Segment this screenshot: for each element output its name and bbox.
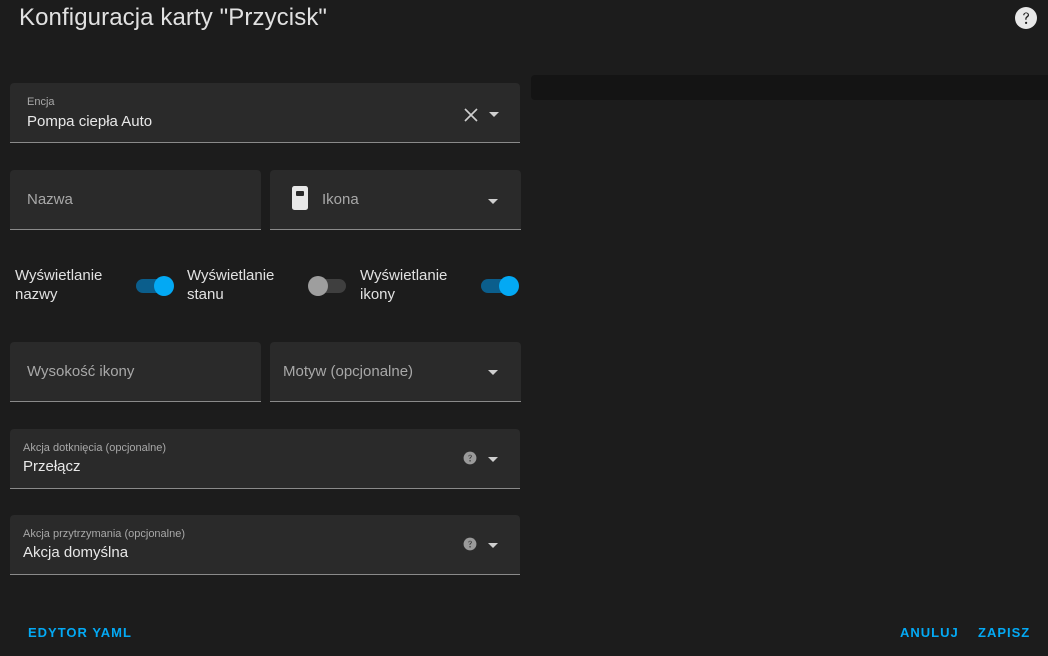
- toggle-label-show-state: Wyświetlanie stanu: [187, 267, 275, 303]
- clear-icon[interactable]: [464, 108, 478, 122]
- name-placeholder: Nazwa: [27, 191, 73, 208]
- switch-thumb: [154, 276, 174, 296]
- chevron-down-icon[interactable]: [489, 112, 499, 117]
- dialog-title: Konfiguracja karty "Przycisk": [19, 4, 328, 31]
- cancel-button[interactable]: ANULUJ: [900, 625, 959, 640]
- yaml-editor-button[interactable]: EDYTOR YAML: [28, 625, 132, 640]
- entity-picker[interactable]: Encja Pompa ciepła Auto: [10, 83, 520, 143]
- show-state-switch[interactable]: [308, 274, 348, 298]
- help-icon[interactable]: [463, 537, 477, 551]
- toggle-label-show-name: Wyświetlanie nazwy: [15, 267, 103, 303]
- theme-select[interactable]: Motyw (opcjonalne): [270, 342, 521, 402]
- show-icon-switch[interactable]: [479, 274, 519, 298]
- icon-height-placeholder: Wysokość ikony: [27, 363, 135, 380]
- icon-picker[interactable]: Ikona: [270, 170, 521, 230]
- device-icon: [291, 185, 309, 216]
- chevron-down-icon[interactable]: [488, 370, 498, 375]
- card-config-dialog: Konfiguracja karty "Przycisk" Encja Pomp…: [0, 0, 1048, 656]
- entity-label: Encja: [27, 96, 55, 108]
- show-name-switch[interactable]: [134, 274, 174, 298]
- tap-action-select[interactable]: Akcja dotknięcia (opcjonalne) Przełącz: [10, 429, 520, 489]
- hold-action-select[interactable]: Akcja przytrzymania (opcjonalne) Akcja d…: [10, 515, 520, 575]
- tap-action-value: Przełącz: [23, 458, 81, 475]
- name-field[interactable]: Nazwa: [10, 170, 261, 230]
- chevron-down-icon[interactable]: [488, 457, 498, 462]
- chevron-down-icon[interactable]: [488, 199, 498, 204]
- tap-action-label: Akcja dotknięcia (opcjonalne): [23, 442, 167, 454]
- toggle-label-show-icon: Wyświetlanie ikony: [360, 267, 448, 303]
- icon-placeholder: Ikona: [322, 191, 359, 208]
- entity-value: Pompa ciepła Auto: [27, 113, 153, 130]
- switch-thumb: [499, 276, 519, 296]
- save-button[interactable]: ZAPISZ: [978, 625, 1030, 640]
- help-icon[interactable]: [463, 451, 477, 465]
- chevron-down-icon[interactable]: [488, 543, 498, 548]
- hold-action-label: Akcja przytrzymania (opcjonalne): [23, 528, 186, 540]
- hold-action-value: Akcja domyślna: [23, 544, 129, 561]
- card-preview: [531, 75, 1048, 100]
- theme-placeholder: Motyw (opcjonalne): [283, 363, 414, 380]
- display-toggles: Wyświetlanie nazwy Wyświetlanie stanu Wy…: [0, 262, 530, 312]
- switch-thumb: [308, 276, 328, 296]
- help-circle-icon[interactable]: [1014, 6, 1038, 30]
- icon-height-field[interactable]: Wysokość ikony: [10, 342, 261, 402]
